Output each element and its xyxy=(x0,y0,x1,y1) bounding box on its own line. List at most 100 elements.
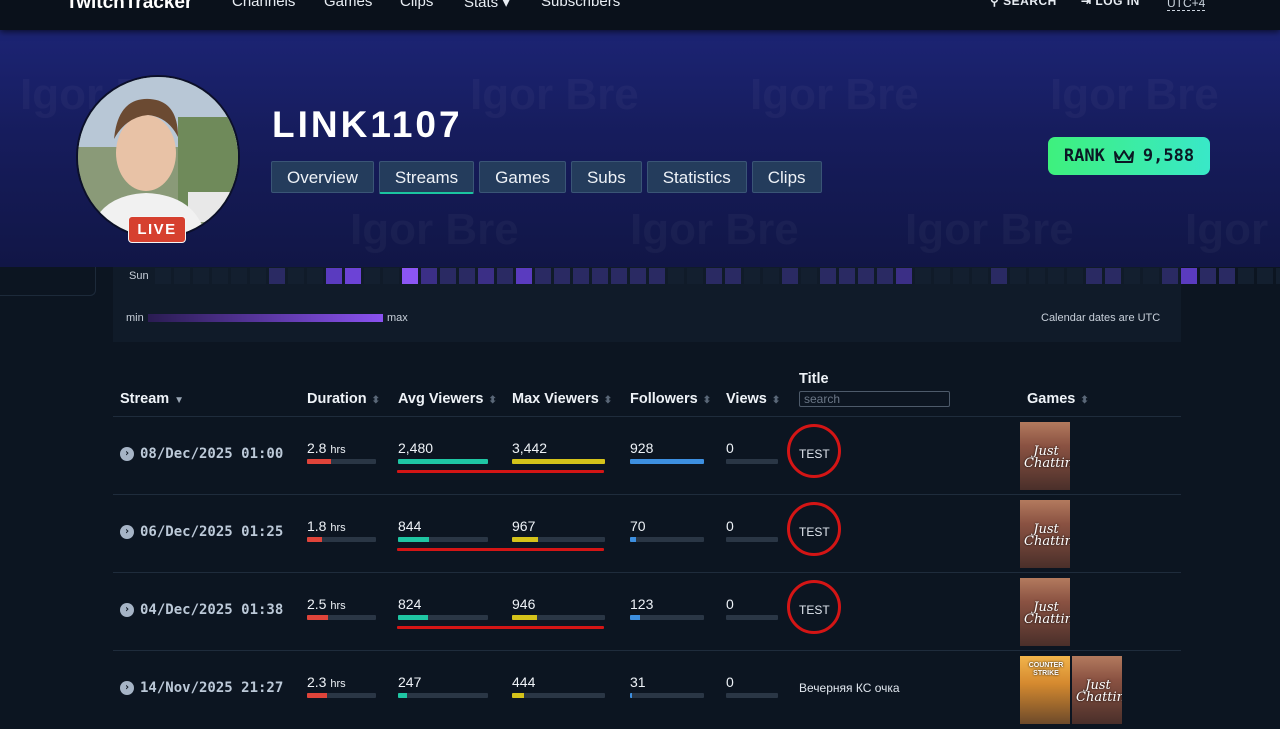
calendar-cell[interactable] xyxy=(744,268,760,284)
calendar-cell[interactable] xyxy=(1162,268,1178,284)
site-logo[interactable]: TwitchTracker xyxy=(66,0,192,14)
calendar-cell[interactable] xyxy=(345,268,361,284)
calendar-cell[interactable] xyxy=(459,268,475,284)
calendar-cell[interactable] xyxy=(478,268,494,284)
calendar-cell[interactable] xyxy=(1067,268,1083,284)
calendar-cell[interactable] xyxy=(535,268,551,284)
calendar-cell[interactable] xyxy=(1238,268,1254,284)
calendar-cell[interactable] xyxy=(649,268,665,284)
calendar-cell[interactable] xyxy=(1200,268,1216,284)
calendar-cell[interactable] xyxy=(1143,268,1159,284)
calendar-cell[interactable] xyxy=(402,268,418,284)
col-views[interactable]: Views ⬍ xyxy=(726,391,780,407)
calendar-cell[interactable] xyxy=(630,268,646,284)
calendar-cell[interactable] xyxy=(1010,268,1026,284)
calendar-cell[interactable] xyxy=(782,268,798,284)
nav-clips[interactable]: Clips xyxy=(400,0,433,10)
stream-date-link[interactable]: › 08/Dec/2025 01:00 xyxy=(120,446,283,462)
calendar-cell[interactable] xyxy=(896,268,912,284)
table-row[interactable]: › 04/Dec/2025 01:38 2.5 hrs 824 946 123 0 TEST J… xyxy=(113,573,1181,651)
calendar-cell[interactable] xyxy=(687,268,703,284)
calendar-cell[interactable] xyxy=(326,268,342,284)
calendar-cell[interactable] xyxy=(991,268,1007,284)
calendar-cell[interactable] xyxy=(801,268,817,284)
calendar-cell[interactable] xyxy=(1048,268,1064,284)
calendar-cell[interactable] xyxy=(972,268,988,284)
stream-date-link[interactable]: › 04/Dec/2025 01:38 xyxy=(120,602,283,618)
stream-date-link[interactable]: › 06/Dec/2025 01:25 xyxy=(120,524,283,540)
game-thumbnail[interactable]: Just Chatting xyxy=(1072,656,1122,724)
calendar-cell[interactable] xyxy=(1124,268,1140,284)
calendar-cell[interactable] xyxy=(820,268,836,284)
calendar-cell[interactable] xyxy=(440,268,456,284)
stream-date-link[interactable]: › 14/Nov/2025 21:27 xyxy=(120,680,283,696)
login-link[interactable]: ⇥ LOG IN xyxy=(1081,0,1140,8)
calendar-cell[interactable] xyxy=(193,268,209,284)
title-search-input[interactable] xyxy=(799,391,950,407)
game-thumbnail[interactable]: COUNTER STRIKE xyxy=(1020,656,1070,724)
calendar-cell[interactable] xyxy=(725,268,741,284)
tab-subs[interactable]: Subs xyxy=(570,161,642,193)
calendar-cell[interactable] xyxy=(915,268,931,284)
calendar-cell[interactable] xyxy=(592,268,608,284)
tab-streams[interactable]: Streams xyxy=(378,161,475,194)
calendar-cell[interactable] xyxy=(174,268,190,284)
calendar-cell[interactable] xyxy=(516,268,532,284)
col-avg-viewers[interactable]: Avg Viewers ⬍ xyxy=(398,391,497,407)
game-thumbnail[interactable]: Just Chatting xyxy=(1020,578,1070,646)
calendar-cell[interactable] xyxy=(250,268,266,284)
calendar-cell[interactable] xyxy=(573,268,589,284)
avg-viewers-value: 844 xyxy=(398,518,422,534)
calendar-cell[interactable] xyxy=(421,268,437,284)
search-link[interactable]: ⚲ SEARCH xyxy=(990,0,1057,8)
calendar-cell[interactable] xyxy=(763,268,779,284)
calendar-cell[interactable] xyxy=(934,268,950,284)
nav-games[interactable]: Games xyxy=(324,0,372,10)
timezone-selector[interactable]: UTC+4 xyxy=(1167,0,1206,11)
channel-avatar[interactable] xyxy=(76,75,240,239)
game-thumbnail[interactable]: Just Chatting xyxy=(1020,500,1070,568)
calendar-cell[interactable] xyxy=(231,268,247,284)
calendar-cell[interactable] xyxy=(1086,268,1102,284)
calendar-cell[interactable] xyxy=(953,268,969,284)
calendar-cell[interactable] xyxy=(1257,268,1273,284)
calendar-cell[interactable] xyxy=(1181,268,1197,284)
calendar-cell[interactable] xyxy=(364,268,380,284)
calendar-cell[interactable] xyxy=(1219,268,1235,284)
tab-statistics[interactable]: Statistics xyxy=(646,161,747,193)
nav-channels[interactable]: Channels xyxy=(232,0,295,10)
table-row[interactable]: › 06/Dec/2025 01:25 1.8 hrs 844 967 70 0 TEST Ju… xyxy=(113,495,1181,573)
calendar-cell[interactable] xyxy=(288,268,304,284)
nav-subscribers[interactable]: Subscribers xyxy=(541,0,620,10)
col-max-viewers[interactable]: Max Viewers ⬍ xyxy=(512,391,612,407)
col-followers[interactable]: Followers ⬍ xyxy=(630,391,711,407)
tab-games[interactable]: Games xyxy=(479,161,566,193)
calendar-utc-note: Calendar dates are UTC xyxy=(1041,312,1161,324)
tab-overview[interactable]: Overview xyxy=(271,161,374,193)
calendar-cell[interactable] xyxy=(497,268,513,284)
tab-clips[interactable]: Clips xyxy=(751,161,822,193)
calendar-cell[interactable] xyxy=(858,268,874,284)
calendar-cell[interactable] xyxy=(1276,268,1280,284)
calendar-cell[interactable] xyxy=(554,268,570,284)
table-row[interactable]: › 08/Dec/2025 01:00 2.8 hrs 2,480 3,442 928 0 T… xyxy=(113,417,1181,495)
calendar-cell[interactable] xyxy=(269,268,285,284)
calendar-cell[interactable] xyxy=(668,268,684,284)
game-thumbnail[interactable]: Just Chatting xyxy=(1020,422,1070,490)
calendar-cell[interactable] xyxy=(1029,268,1045,284)
col-duration[interactable]: Duration ⬍ xyxy=(307,391,380,407)
calendar-cell[interactable] xyxy=(307,268,323,284)
calendar-cell[interactable] xyxy=(706,268,722,284)
rank-badge[interactable]: RANK 9,588 xyxy=(1048,137,1210,175)
calendar-cell[interactable] xyxy=(611,268,627,284)
col-games[interactable]: Games ⬍ xyxy=(1027,391,1089,407)
calendar-cell[interactable] xyxy=(383,268,399,284)
nav-stats[interactable]: Stats ▾ xyxy=(464,0,510,11)
calendar-cell[interactable] xyxy=(839,268,855,284)
calendar-cell[interactable] xyxy=(155,268,171,284)
col-stream[interactable]: Stream ▼ xyxy=(120,391,184,407)
calendar-cell[interactable] xyxy=(212,268,228,284)
calendar-cell[interactable] xyxy=(1105,268,1121,284)
calendar-cell[interactable] xyxy=(877,268,893,284)
table-row[interactable]: › 14/Nov/2025 21:27 2.3 hrs 247 444 31 0 Вечерн… xyxy=(113,651,1181,729)
